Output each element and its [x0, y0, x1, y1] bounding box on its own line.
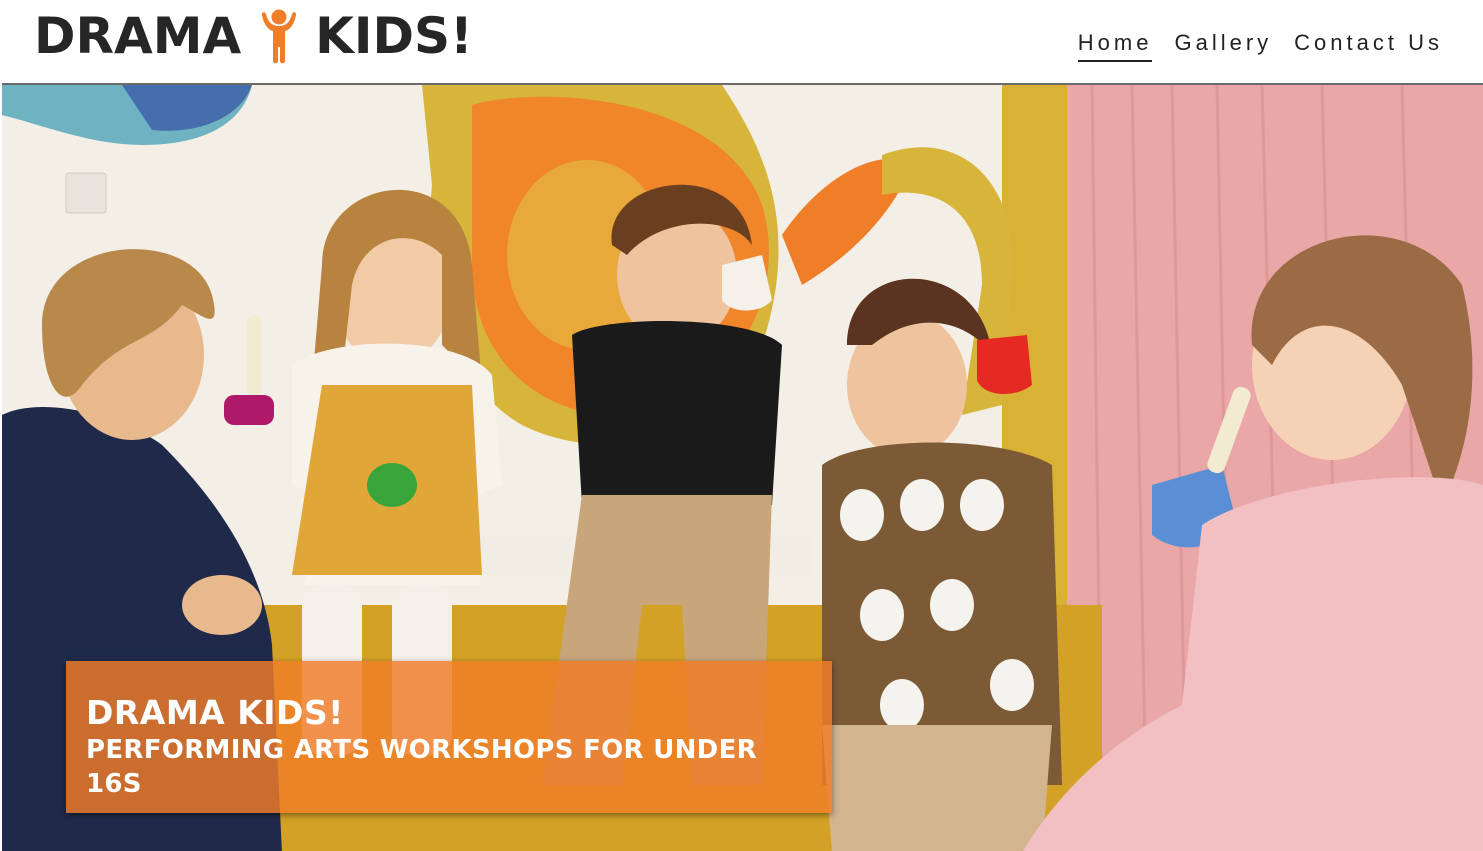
logo-text-drama: DRAMA	[34, 7, 242, 65]
hero-section: DRAMA KIDS! PERFORMING ARTS WORKSHOPS FO…	[2, 83, 1483, 851]
main-nav: Home Gallery Contact Us	[1077, 30, 1443, 62]
nav-contact-us[interactable]: Contact Us	[1294, 30, 1443, 62]
hero-banner: DRAMA KIDS! PERFORMING ARTS WORKSHOPS FO…	[66, 661, 832, 813]
site-logo[interactable]: DRAMA KIDS!	[34, 6, 473, 66]
nav-gallery[interactable]: Gallery	[1174, 30, 1272, 62]
hero-banner-subtitle: PERFORMING ARTS WORKSHOPS FOR UNDER 16S	[86, 735, 757, 799]
person-arms-up-icon	[261, 9, 297, 64]
logo-text-kids: KIDS!	[315, 7, 473, 65]
hero-banner-title: DRAMA KIDS!	[86, 693, 344, 732]
nav-home[interactable]: Home	[1077, 30, 1153, 62]
site-header: DRAMA KIDS! Home Gallery Contact Us	[0, 0, 1483, 84]
